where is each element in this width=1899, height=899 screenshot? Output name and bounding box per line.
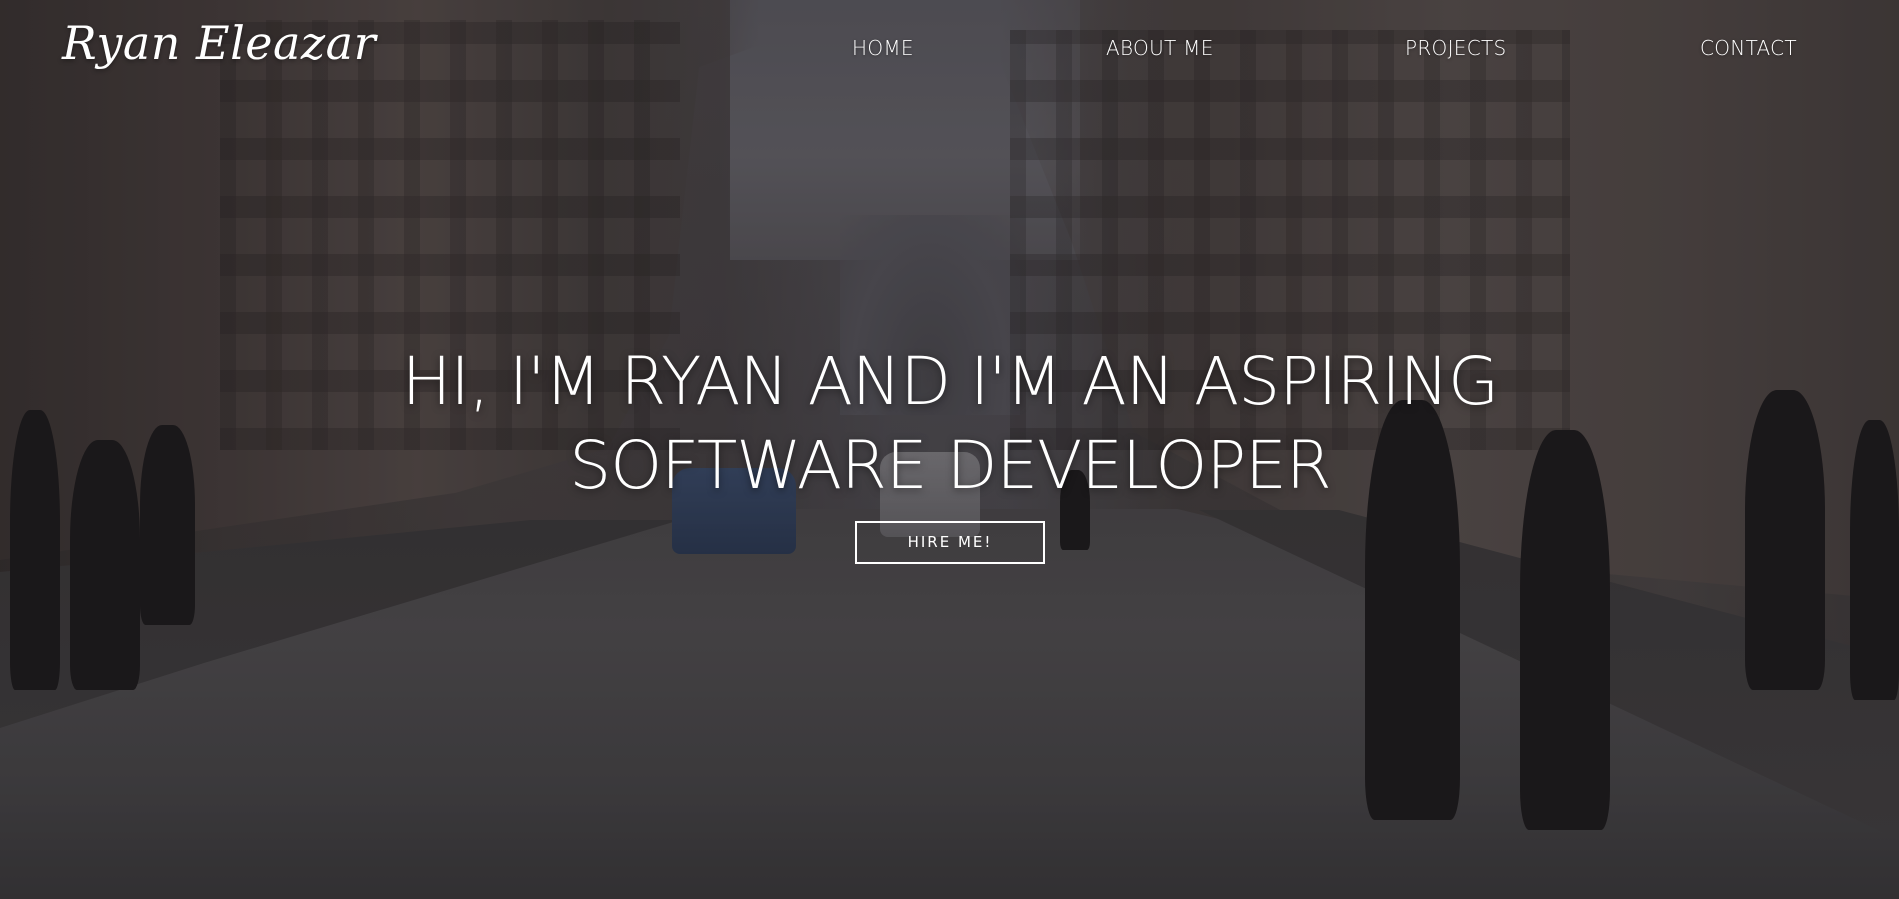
nav-link-home[interactable]: HOME bbox=[852, 36, 914, 60]
hire-me-button[interactable]: HIRE ME! bbox=[855, 521, 1045, 564]
hero-headline-line-1: HI, I'M RYAN AND I'M AN ASPIRING bbox=[401, 343, 1499, 420]
nav-link-about-me[interactable]: ABOUT ME bbox=[1106, 36, 1214, 60]
nav-link-contact[interactable]: CONTACT bbox=[1700, 36, 1797, 60]
hero-section: Ryan Eleazar HOME ABOUT ME PROJECTS CONT… bbox=[0, 0, 1899, 899]
main-nav: HOME ABOUT ME PROJECTS CONTACT bbox=[0, 36, 1899, 66]
hero-headline-line-2: SOFTWARE DEVELOPER bbox=[569, 427, 1331, 504]
hero-headline: HI, I'M RYAN AND I'M AN ASPIRING SOFTWAR… bbox=[350, 340, 1550, 508]
nav-link-projects[interactable]: PROJECTS bbox=[1405, 36, 1507, 60]
